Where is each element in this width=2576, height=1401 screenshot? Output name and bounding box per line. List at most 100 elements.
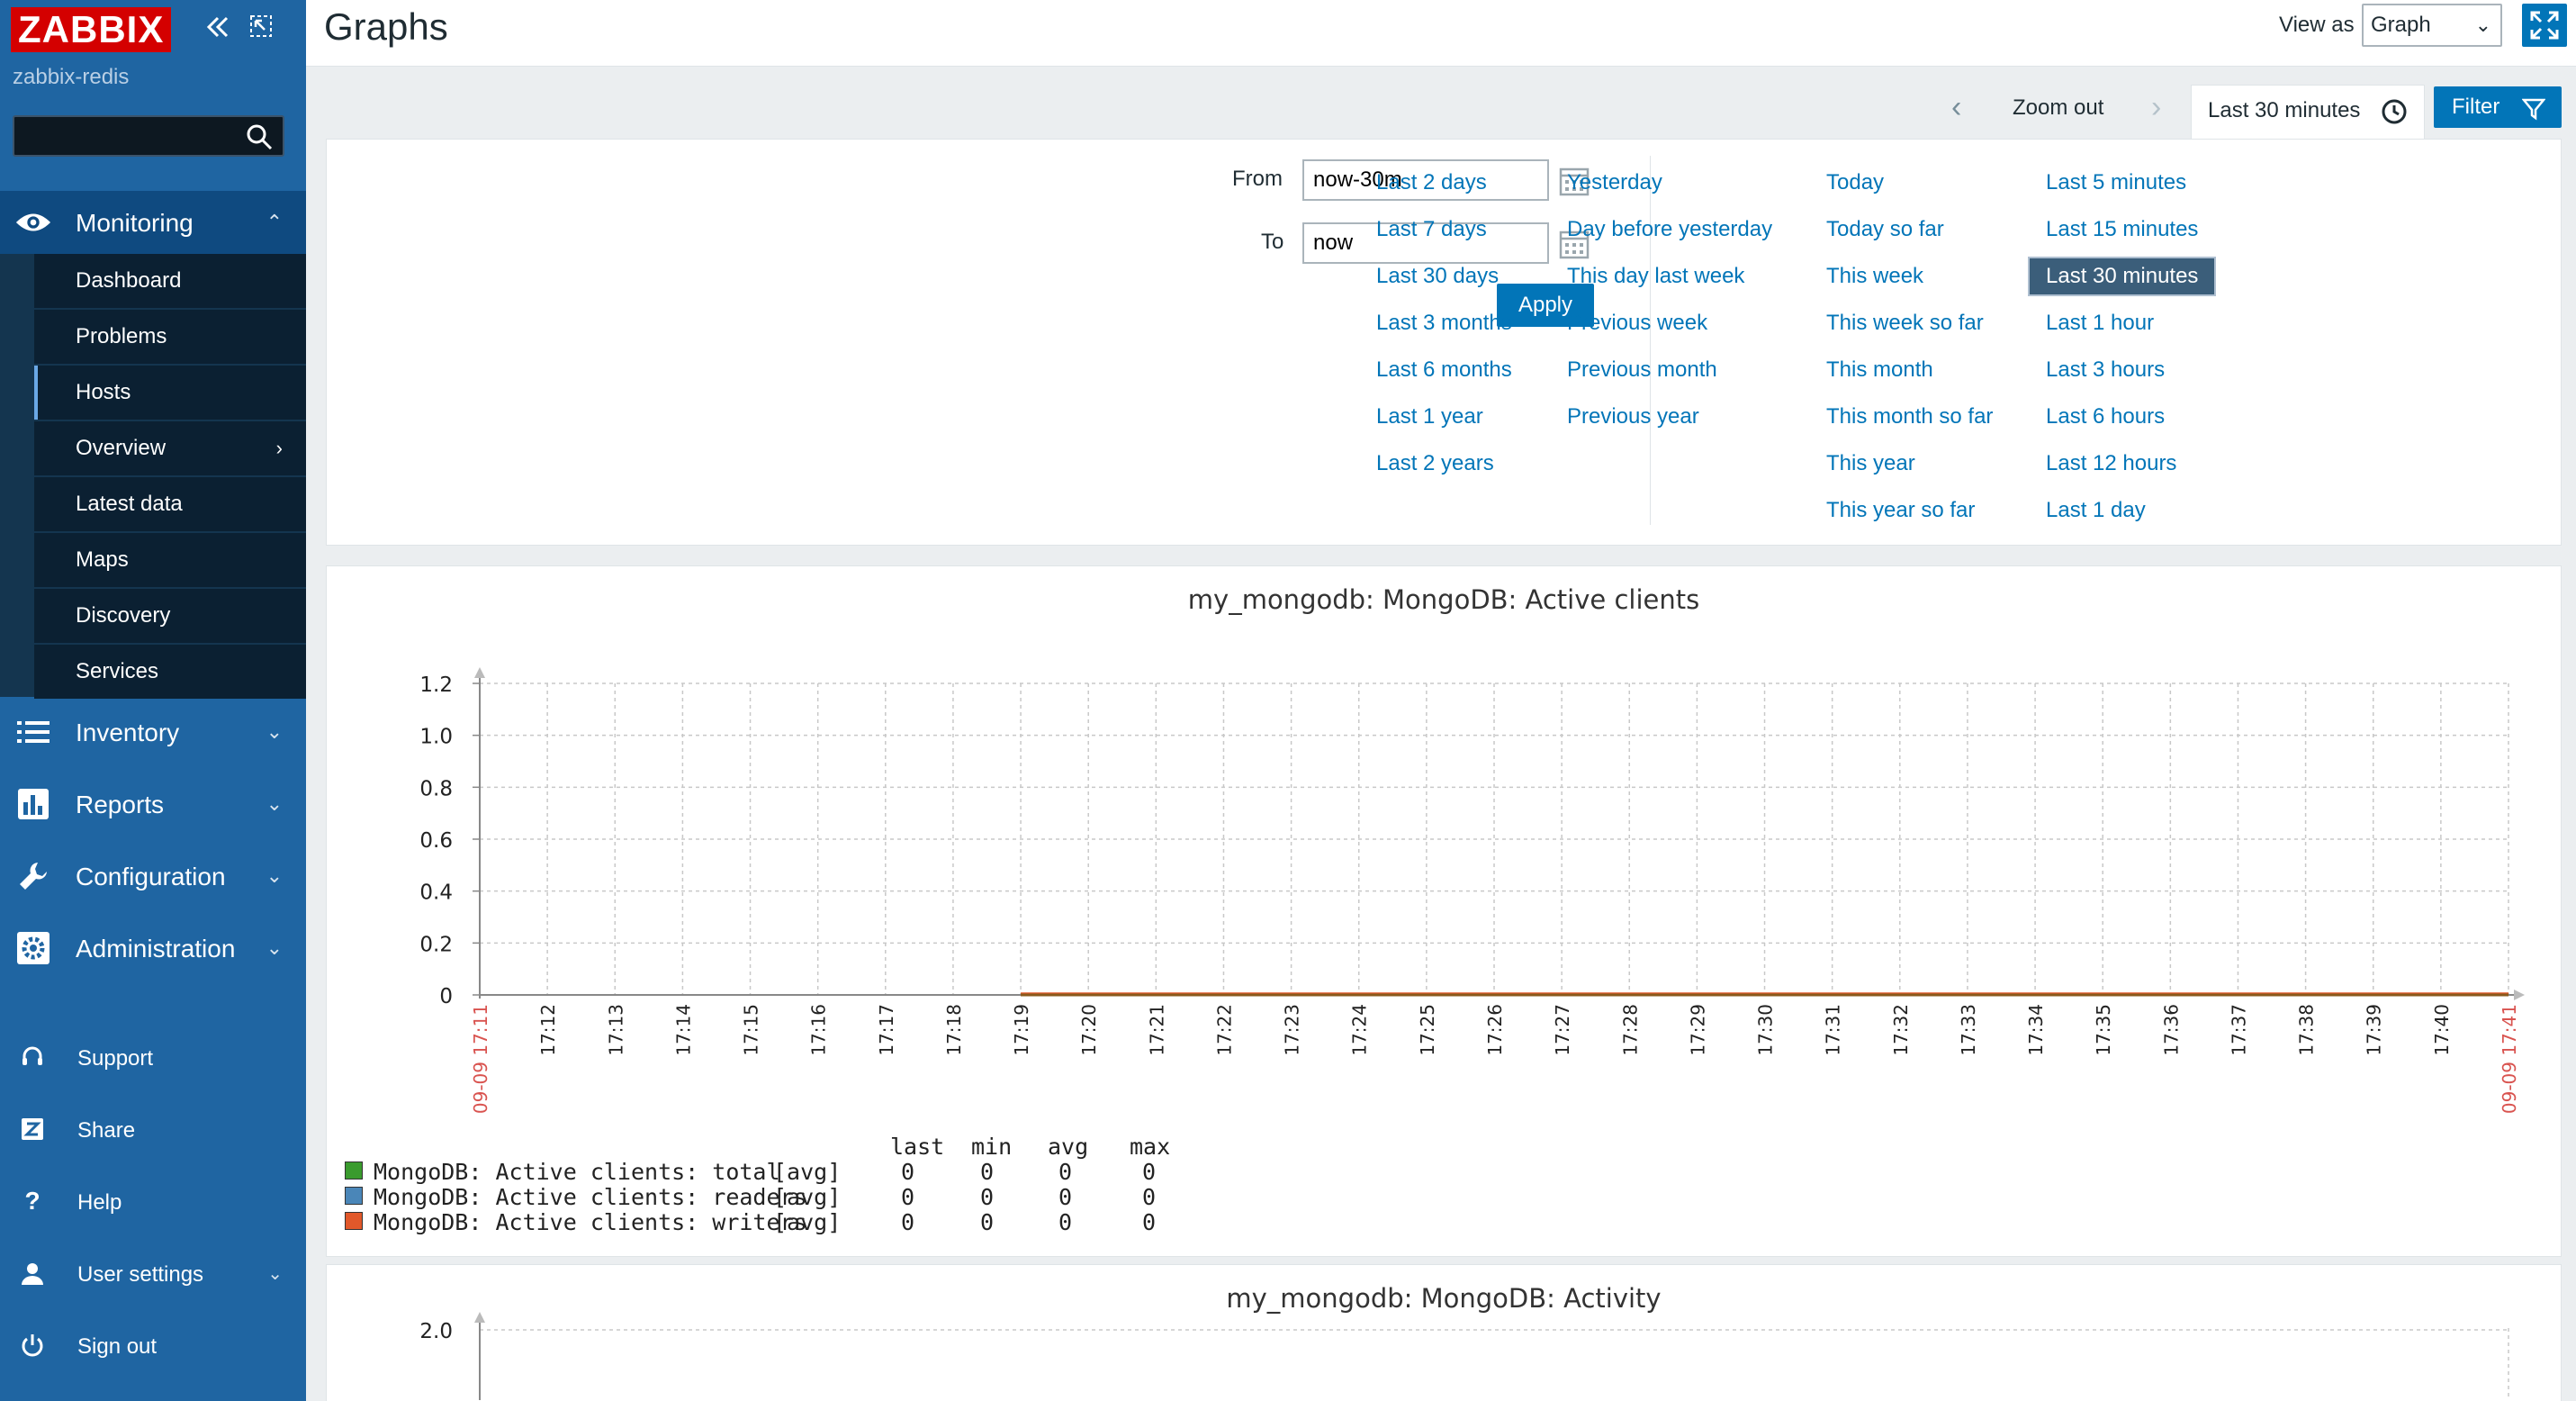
submenu-latest-data[interactable]: Latest data: [34, 477, 306, 531]
quick-range-link[interactable]: Last 30 days: [1376, 264, 1499, 289]
quick-range-link[interactable]: Last 30 minutes: [2028, 257, 2217, 296]
menu-configuration[interactable]: Configuration ⌄: [0, 845, 306, 908]
zabbix-logo[interactable]: ZABBIX: [11, 7, 172, 52]
y-axis-arrow: [474, 1312, 485, 1323]
chevron-right-icon[interactable]: ›: [2151, 90, 2161, 125]
menu-sign-out-label: Sign out: [77, 1334, 158, 1359]
graph-title: my_mongodb: MongoDB: Active clients: [1187, 584, 1700, 615]
quick-range-link[interactable]: This year: [1826, 451, 1915, 476]
time-range-tab[interactable]: Last 30 minutes: [2191, 85, 2425, 140]
zoom-out-button[interactable]: Zoom out: [2013, 95, 2103, 121]
quick-range-link[interactable]: This year so far: [1826, 498, 1975, 523]
hide-sidebar-icon[interactable]: [248, 13, 274, 45]
legend-func: [avg]: [773, 1159, 842, 1185]
legend-swatch: [345, 1212, 363, 1230]
chevron-left-icon[interactable]: ‹: [1951, 90, 1961, 125]
menu-help[interactable]: ? Help: [0, 1174, 306, 1228]
to-label: To: [1261, 230, 1284, 254]
chevron-down-icon: ⌄: [266, 720, 283, 743]
submenu-discovery[interactable]: Discovery: [34, 589, 306, 643]
x-tick-label: 17:17: [876, 1004, 897, 1056]
submenu-hosts[interactable]: Hosts: [34, 366, 306, 420]
quick-range-link[interactable]: Previous month: [1567, 357, 1717, 383]
search-icon[interactable]: [245, 122, 274, 151]
legend-value-min: 0: [980, 1209, 995, 1235]
x-tick-label: 17:36: [2160, 1004, 2182, 1056]
x-tick-label: 17:38: [2296, 1004, 2318, 1056]
headset-icon: [18, 1043, 47, 1071]
x-tick-label: 17:27: [1552, 1004, 1573, 1056]
submenu-overview[interactable]: Overview ›: [34, 421, 306, 475]
quick-range-link[interactable]: Previous week: [1567, 311, 1707, 336]
view-as-label: View as: [2279, 13, 2355, 37]
legend-func: [avg]: [773, 1209, 842, 1235]
quick-range-link[interactable]: Last 1 year: [1376, 404, 1483, 429]
quick-range-link[interactable]: Last 12 hours: [2046, 451, 2176, 476]
y-tick-label: 0.4: [419, 881, 453, 905]
quick-range-link[interactable]: This month: [1826, 357, 1933, 383]
menu-administration[interactable]: Administration ⌄: [0, 917, 306, 980]
submenu-discovery-label: Discovery: [76, 603, 171, 628]
menu-help-label: Help: [77, 1190, 122, 1215]
quick-range-link[interactable]: This week so far: [1826, 311, 1984, 336]
menu-share[interactable]: Share: [0, 1102, 306, 1156]
quick-range-link[interactable]: Last 6 hours: [2046, 404, 2165, 429]
kiosk-mode-button[interactable]: [2522, 4, 2567, 47]
view-as-select[interactable]: Graph ⌄: [2362, 4, 2502, 47]
graph-activity: my_mongodb: MongoDB: Activity 2.0: [326, 1264, 2562, 1401]
menu-support[interactable]: Support: [0, 1030, 306, 1084]
quick-range-link[interactable]: Yesterday: [1567, 170, 1662, 195]
quick-range-link[interactable]: Last 3 hours: [2046, 357, 2165, 383]
quick-range-link[interactable]: This week: [1826, 264, 1923, 289]
menu-sign-out[interactable]: Sign out: [0, 1318, 306, 1372]
quick-range-link[interactable]: Day before yesterday: [1567, 217, 1772, 242]
quick-range-link[interactable]: Last 7 days: [1376, 217, 1487, 242]
legend-header: last: [890, 1134, 945, 1160]
quick-range-link[interactable]: Last 5 minutes: [2046, 170, 2186, 195]
y-tick-label: 1.0: [419, 726, 453, 749]
search-input[interactable]: [14, 117, 239, 155]
legend-series-name: MongoDB: Active clients: readers: [374, 1184, 807, 1210]
bar-chart-icon: [14, 786, 52, 822]
quick-range-link[interactable]: Previous year: [1567, 404, 1699, 429]
time-range-label: Last 30 minutes: [2208, 98, 2361, 122]
submenu-maps[interactable]: Maps: [34, 533, 306, 587]
submenu-services[interactable]: Services: [34, 645, 306, 699]
menu-reports-label: Reports: [76, 791, 165, 818]
menu-reports[interactable]: Reports ⌄: [0, 773, 306, 836]
quick-range-link[interactable]: Last 2 years: [1376, 451, 1494, 476]
y-tick-label: 1.2: [419, 673, 453, 697]
menu-user-settings[interactable]: User settings ⌄: [0, 1246, 306, 1300]
y-tick-label: 0.8: [419, 777, 453, 800]
quick-range-link[interactable]: Last 2 days: [1376, 170, 1487, 195]
submenu-problems[interactable]: Problems: [34, 310, 306, 364]
quick-range-link[interactable]: Last 6 months: [1376, 357, 1512, 383]
x-tick-label: 17:40: [2431, 1004, 2453, 1056]
quick-range-link[interactable]: This month so far: [1826, 404, 1993, 429]
quick-range-link[interactable]: Today: [1826, 170, 1884, 195]
quick-range-link[interactable]: This day last week: [1567, 264, 1744, 289]
quick-range-link[interactable]: Last 15 minutes: [2046, 217, 2198, 242]
x-tick-label: 17:34: [2025, 1004, 2047, 1056]
x-axis-arrow: [2514, 990, 2525, 1000]
chevron-down-icon: ⌄: [266, 864, 283, 887]
menu-configuration-label: Configuration: [76, 863, 226, 890]
quick-range-link[interactable]: Last 3 months: [1376, 311, 1512, 336]
submenu-latest-data-label: Latest data: [76, 492, 183, 516]
filter-button[interactable]: Filter: [2434, 86, 2562, 128]
menu-monitoring[interactable]: Monitoring ⌃: [0, 191, 306, 254]
legend-swatch: [345, 1161, 363, 1180]
question-icon: ?: [24, 1187, 41, 1215]
active-clients-chart: 1.2 1.0 0.8 0.6 0.4 0.2 0 17:12 17:13 17:14 17:15 1…: [419, 667, 2525, 1114]
x-tick-label: 17:15: [741, 1004, 762, 1056]
menu-inventory[interactable]: Inventory ⌄: [0, 700, 306, 764]
quick-range-link[interactable]: Last 1 day: [2046, 498, 2146, 523]
collapse-sidebar-icon[interactable]: [203, 13, 232, 48]
legend-header: avg: [1048, 1134, 1089, 1160]
submenu-dashboard[interactable]: Dashboard: [34, 254, 306, 308]
time-filter-bar: ‹ Zoom out › Last 30 minutes Filter: [326, 85, 2562, 140]
x-tick-label: 17:12: [537, 1004, 559, 1056]
legend-func: [avg]: [773, 1184, 842, 1210]
quick-range-link[interactable]: Last 1 hour: [2046, 311, 2154, 336]
quick-range-link[interactable]: Today so far: [1826, 217, 1944, 242]
